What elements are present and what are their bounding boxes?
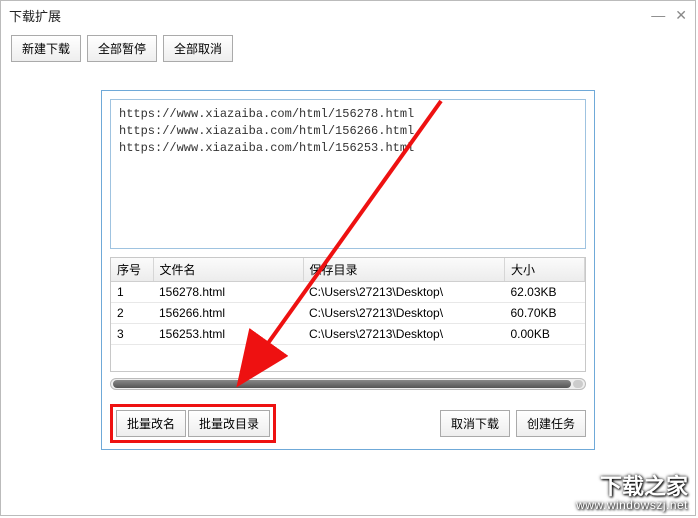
cell-save_dir: C:\Users\27213\Desktop\ [303, 324, 505, 345]
table-row[interactable]: 3156253.htmlC:\Users\27213\Desktop\0.00K… [111, 324, 585, 345]
table-row[interactable]: 2156266.htmlC:\Users\27213\Desktop\60.70… [111, 303, 585, 324]
dialog-panel: https://www.xiazaiba.com/html/156278.htm… [101, 90, 595, 450]
window-title: 下载扩展 [9, 6, 61, 25]
cell-save_dir: C:\Users\27213\Desktop\ [303, 303, 505, 324]
minimize-icon[interactable]: — [651, 7, 665, 24]
col-size[interactable]: 大小 [505, 258, 585, 282]
new-download-button[interactable]: 新建下载 [11, 35, 81, 62]
annotation-highlight: 批量改名 批量改目录 [110, 404, 276, 443]
titlebar: 下载扩展 — ✕ [1, 1, 695, 29]
create-task-button[interactable]: 创建任务 [516, 410, 586, 437]
cell-filename: 156253.html [153, 324, 303, 345]
scrollbar-cap [573, 380, 583, 388]
url-textarea[interactable]: https://www.xiazaiba.com/html/156278.htm… [110, 99, 586, 249]
file-table: 序号 文件名 保存目录 大小 1156278.htmlC:\Users\2721… [111, 258, 585, 345]
batch-change-dir-button[interactable]: 批量改目录 [188, 410, 270, 437]
horizontal-scrollbar[interactable] [110, 378, 586, 390]
main-toolbar: 新建下载 全部暂停 全部取消 [1, 29, 695, 72]
cell-size: 62.03KB [505, 282, 585, 303]
watermark-text: 下载之家 [576, 475, 688, 499]
table-row[interactable]: 1156278.htmlC:\Users\27213\Desktop\62.03… [111, 282, 585, 303]
col-savedir[interactable]: 保存目录 [303, 258, 505, 282]
watermark-url: www.windowszj.net [576, 499, 688, 512]
dialog-right-buttons: 取消下载 创建任务 [440, 410, 586, 437]
window-controls: — ✕ [651, 7, 687, 24]
cell-size: 0.00KB [505, 324, 585, 345]
cell-index: 3 [111, 324, 153, 345]
col-index[interactable]: 序号 [111, 258, 153, 282]
file-table-container: 序号 文件名 保存目录 大小 1156278.htmlC:\Users\2721… [110, 257, 586, 372]
dialog-button-row: 批量改名 批量改目录 取消下载 创建任务 [110, 404, 586, 443]
cell-size: 60.70KB [505, 303, 585, 324]
batch-rename-button[interactable]: 批量改名 [116, 410, 186, 437]
table-header-row: 序号 文件名 保存目录 大小 [111, 258, 585, 282]
cell-save_dir: C:\Users\27213\Desktop\ [303, 282, 505, 303]
cancel-download-button[interactable]: 取消下载 [440, 410, 510, 437]
app-window: 下载扩展 — ✕ 新建下载 全部暂停 全部取消 https://www.xiaz… [0, 0, 696, 516]
cell-index: 2 [111, 303, 153, 324]
cell-filename: 156266.html [153, 303, 303, 324]
cancel-all-button[interactable]: 全部取消 [163, 35, 233, 62]
cell-filename: 156278.html [153, 282, 303, 303]
close-icon[interactable]: ✕ [675, 7, 687, 24]
pause-all-button[interactable]: 全部暂停 [87, 35, 157, 62]
col-filename[interactable]: 文件名 [153, 258, 303, 282]
scrollbar-thumb[interactable] [113, 380, 571, 388]
cell-index: 1 [111, 282, 153, 303]
watermark: 下载之家 www.windowszj.net [576, 475, 688, 512]
